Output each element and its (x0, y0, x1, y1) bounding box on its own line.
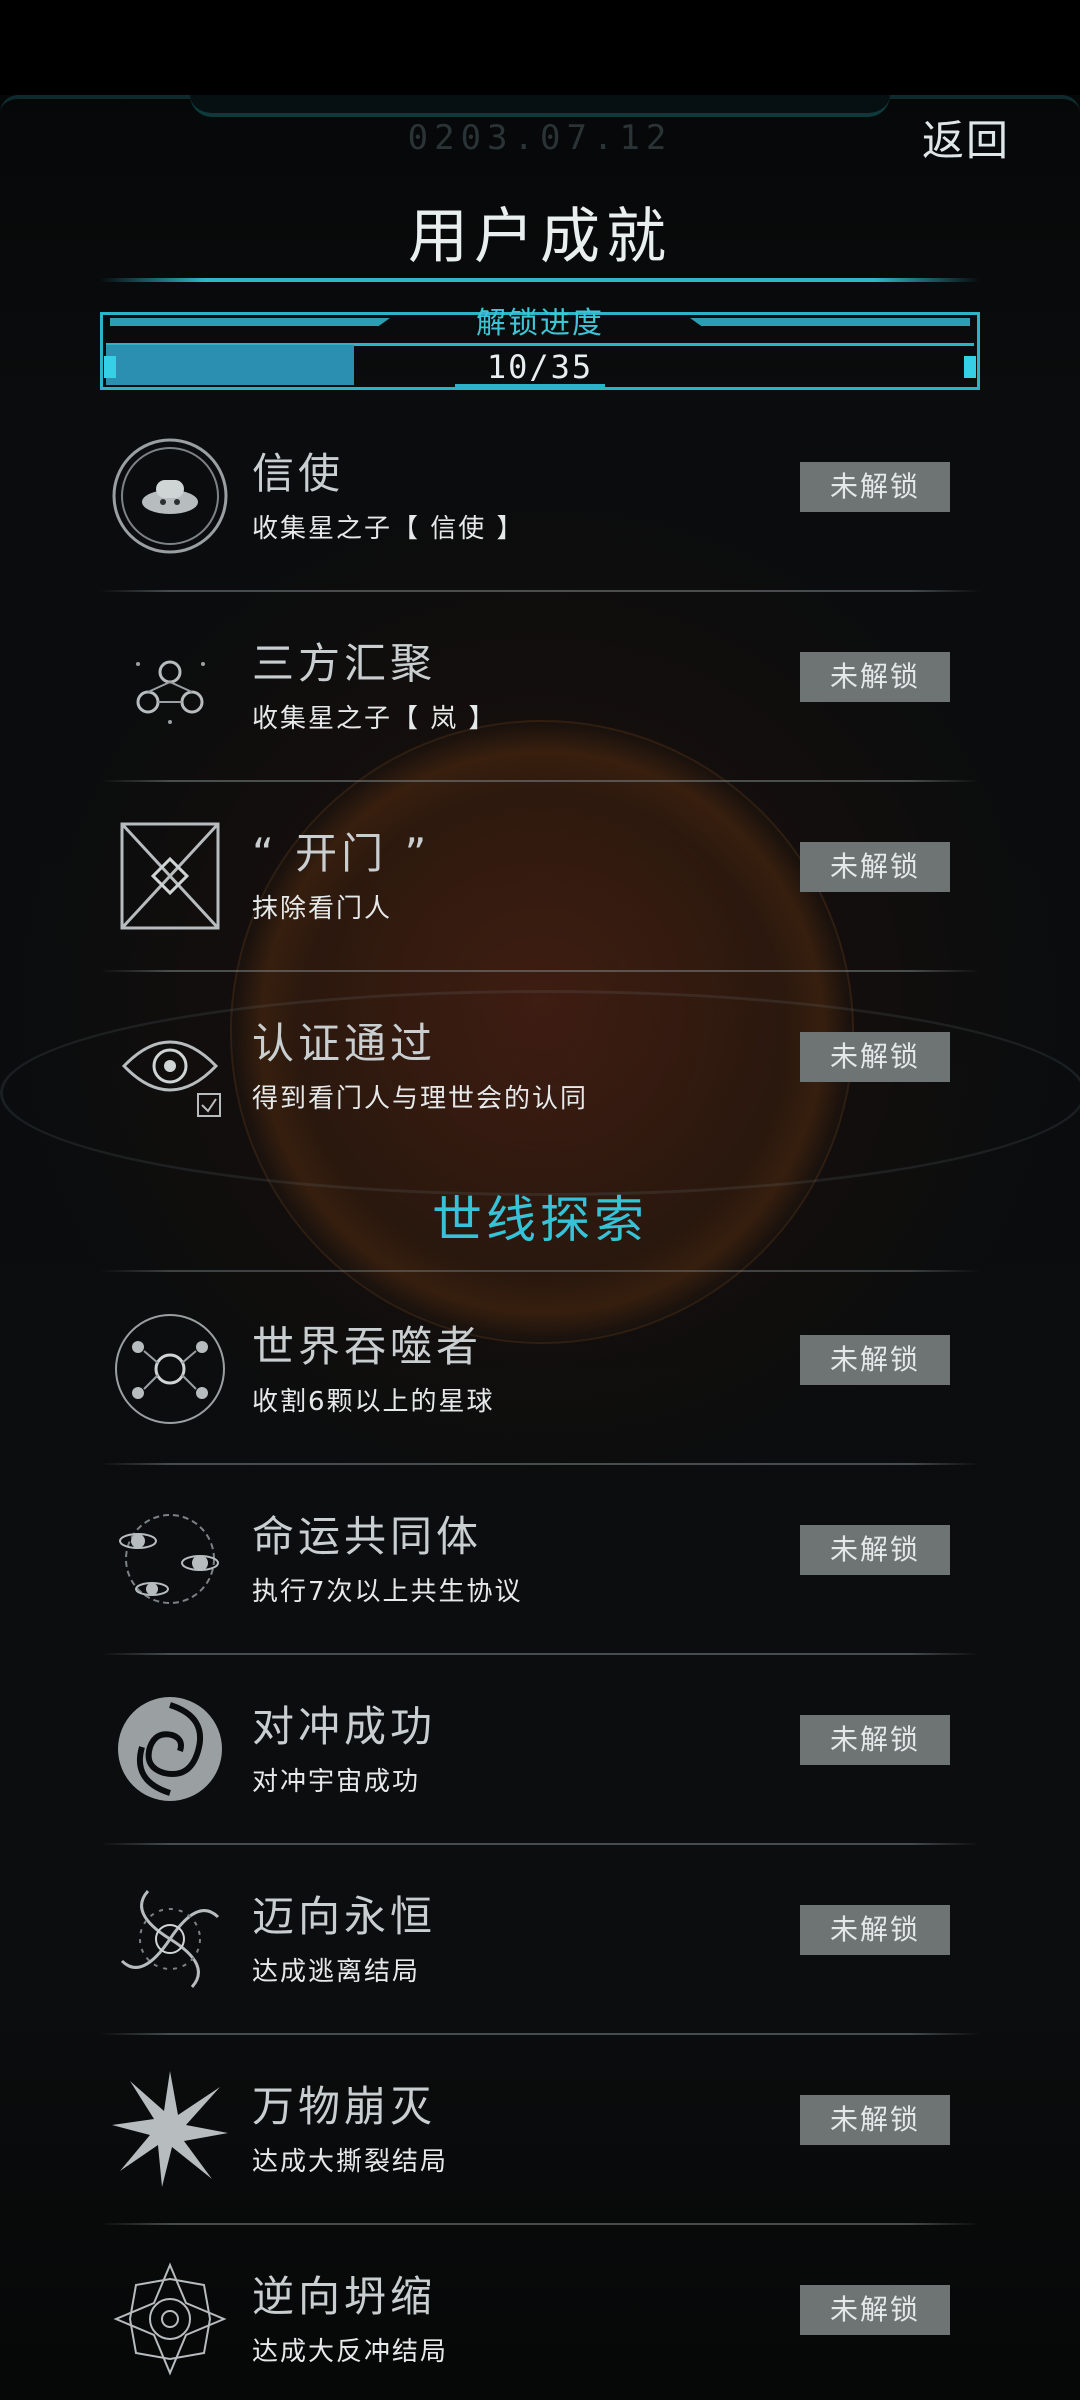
starburst-icon (108, 2067, 232, 2191)
achievement-item: 认证通过 得到看门人与理世会的认同 未解锁 (100, 980, 980, 1170)
item-divider (100, 970, 980, 972)
achievement-name: “ 开门 ” (252, 829, 431, 878)
locked-status-button[interactable]: 未解锁 (800, 652, 950, 702)
item-divider (100, 1463, 980, 1465)
item-divider (100, 2033, 980, 2035)
locked-status-button[interactable]: 未解锁 (800, 1905, 950, 1955)
item-divider (100, 1653, 980, 1655)
achievement-desc: 收集星之子【 信使 】 (252, 514, 525, 544)
achievement-name: 对冲成功 (252, 1702, 437, 1751)
achievement-desc: 得到看门人与理世会的认同 (252, 1084, 589, 1114)
vortex-icon (108, 1877, 232, 2001)
section-divider (100, 1270, 980, 1272)
achievement-desc: 抹除看门人 (252, 894, 393, 924)
achievement-item: 对冲成功 对冲宇宙成功 未解锁 (100, 1663, 980, 1853)
triple-convergence-icon (108, 624, 232, 748)
achievement-desc: 达成大反冲结局 (252, 2337, 449, 2367)
item-divider (100, 2223, 980, 2225)
progress-underline (455, 384, 605, 387)
swirl-icon (108, 1687, 232, 1811)
status-bar-area (0, 0, 1080, 95)
achievement-item: 逆向坍缩 达成大反冲结局 未解锁 (100, 2233, 980, 2400)
achievement-item: 世界吞噬者 收割6颗以上的星球 未解锁 (100, 1283, 980, 1473)
achievement-name: 三方汇聚 (252, 639, 437, 688)
locked-status-button[interactable]: 未解锁 (800, 1715, 950, 1765)
achievement-item: 万物崩灭 达成大撕裂结局 未解锁 (100, 2043, 980, 2233)
mandala-icon (108, 2257, 232, 2381)
achievements-screen: 0203.07.12 返回 用户成就 解锁进度 10/35 信使 收集星之子【 … (0, 0, 1080, 2400)
locked-status-button[interactable]: 未解锁 (800, 842, 950, 892)
back-button[interactable]: 返回 (922, 107, 1010, 168)
item-divider (100, 780, 980, 782)
messenger-ship-icon (108, 434, 232, 558)
title-divider (100, 278, 980, 282)
achievement-desc: 对冲宇宙成功 (252, 1767, 421, 1797)
achievement-name: 万物崩灭 (252, 2082, 437, 2131)
item-divider (100, 1843, 980, 1845)
progress-label: 解锁进度 (476, 306, 604, 341)
achievement-item: 迈向永恒 达成逃离结局 未解锁 (100, 1853, 980, 2043)
item-divider (100, 590, 980, 592)
achievement-name: 逆向坍缩 (252, 2272, 437, 2321)
world-devourer-icon (108, 1307, 232, 1431)
frame-top-tab (190, 95, 890, 117)
achievement-item: “ 开门 ” 抹除看门人 未解锁 (100, 790, 980, 980)
locked-status-button[interactable]: 未解锁 (800, 2095, 950, 2145)
date-display: 0203.07.12 (407, 118, 673, 158)
achievement-name: 认证通过 (252, 1019, 437, 1068)
achievement-desc: 收集星之子【 岚 】 (252, 704, 497, 734)
achievement-name: 迈向永恒 (252, 1892, 437, 1941)
achievement-item: 信使 收集星之子【 信使 】 未解锁 (100, 410, 980, 600)
locked-status-button[interactable]: 未解锁 (800, 462, 950, 512)
achievement-desc: 达成逃离结局 (252, 1957, 421, 1987)
locked-status-button[interactable]: 未解锁 (800, 1032, 950, 1082)
achievement-desc: 执行7次以上共生协议 (252, 1577, 523, 1607)
section-title: 世线探索 (432, 1191, 648, 1249)
page-title: 用户成就 (408, 202, 672, 272)
achievement-item: 三方汇聚 收集星之子【 岚 】 未解锁 (100, 600, 980, 790)
achievement-desc: 收割6颗以上的星球 (252, 1387, 495, 1417)
locked-status-button[interactable]: 未解锁 (800, 1335, 950, 1385)
achievement-name: 命运共同体 (252, 1512, 483, 1561)
progress-count: 10/35 (486, 348, 594, 386)
achievement-item: 命运共同体 执行7次以上共生协议 未解锁 (100, 1473, 980, 1663)
gate-icon (108, 814, 232, 938)
achievement-name: 世界吞噬者 (252, 1322, 483, 1371)
achievement-name: 信使 (252, 449, 345, 498)
locked-status-button[interactable]: 未解锁 (800, 2285, 950, 2335)
eye-verification-icon (108, 1004, 232, 1128)
locked-status-button[interactable]: 未解锁 (800, 1525, 950, 1575)
achievement-desc: 达成大撕裂结局 (252, 2147, 449, 2177)
orbit-planets-icon (108, 1497, 232, 1621)
